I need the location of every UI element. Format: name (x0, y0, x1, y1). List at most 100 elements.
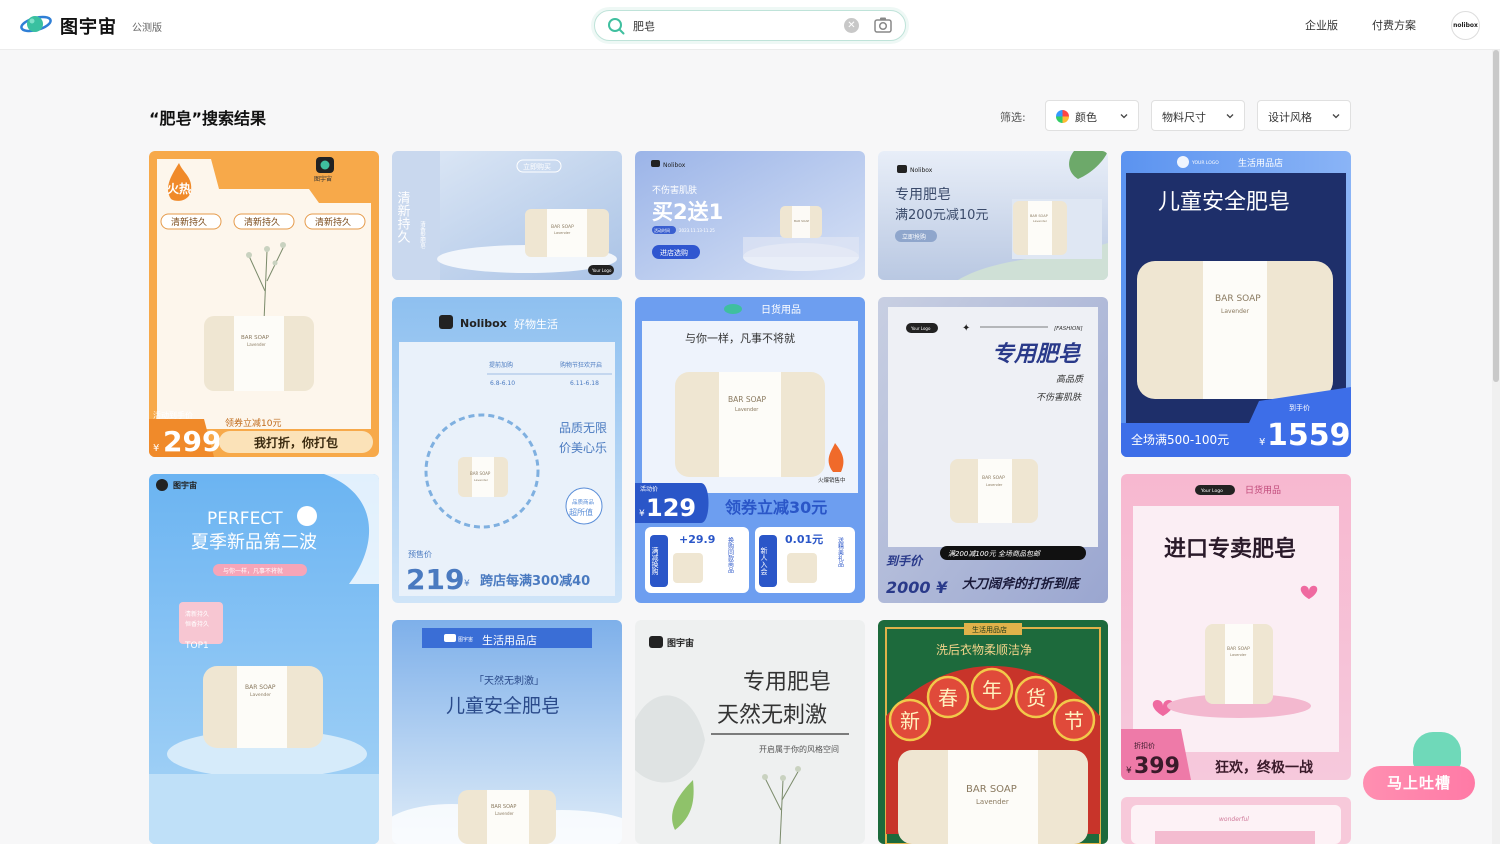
card-logo: Your Logo (1200, 488, 1223, 494)
shop-button: 进店选购 (660, 248, 688, 257)
filter-label: 筛选: (1000, 111, 1026, 124)
vertical-sub: 清香型肥皂 (419, 220, 426, 249)
card-sub: 与你一样，凡事不将就 (223, 567, 283, 575)
soap-sub: Lavender (986, 483, 1003, 487)
feedback-widget[interactable]: 马上吐槽 (1363, 732, 1477, 802)
flame-label: 火热 (167, 181, 191, 196)
camera-icon[interactable] (873, 16, 893, 34)
hot-label: 火爆销售中 (818, 476, 846, 484)
filter-style-dropdown[interactable]: 设计风格 (1257, 100, 1351, 131)
card-line: 专用肥皂 (895, 187, 951, 203)
price-label: 预售价 (408, 549, 432, 559)
card-headline: 与你一样，凡事不将就 (685, 331, 795, 345)
result-card[interactable]: Nolibox 不伤害肌肤 买2送1 活动时间 2023.11.13-11.25… (635, 151, 865, 280)
festive-char: 春 (938, 686, 958, 710)
card-title: 专用肥皂 (992, 341, 1082, 367)
card-brand: 图宇宙 (173, 480, 197, 490)
result-card[interactable]: Your Logo 日货用品 进口专卖肥皂 BAR SOAP Lavender … (1121, 474, 1351, 780)
soap-label: BAR SOAP (728, 395, 767, 404)
card-title: 儿童安全肥皂 (1158, 190, 1290, 215)
festive-char: 新 (900, 709, 920, 733)
soap-label: BAR SOAP (1227, 646, 1250, 652)
result-card[interactable]: 图宇宙 PERFECT 夏季新品第二波 与你一样，凡事不将就 清新持久 恒香持久… (149, 474, 379, 844)
result-card[interactable]: Nolibox 专用肥皂 满200元减10元 立即抢购 BAR SOAP Lav… (878, 151, 1108, 280)
offer-price: 0.01元 (785, 533, 823, 546)
tag: 清新持久 (171, 216, 207, 228)
clear-icon[interactable]: ✕ (844, 18, 859, 33)
logo-text[interactable]: 图宇宙 (60, 13, 117, 39)
soap-sub: Lavender (735, 407, 759, 413)
offer-price: +29.9 (679, 533, 715, 546)
buy-tag: 立即购买 (523, 162, 551, 171)
tag: 清新持久 (244, 216, 280, 228)
result-card[interactable]: Your Logo ✦ [FASHION] 专用肥皂 高品质 不伤害肌肤 BAR… (878, 297, 1108, 603)
price: 219 (406, 563, 464, 596)
card-brand: Nolibox (460, 317, 507, 330)
soap-label: BAR SOAP (491, 804, 516, 810)
coupon: 领券立减30元 (725, 498, 827, 517)
price: 129 (646, 494, 696, 522)
price-label: 活动到手价 (153, 410, 193, 420)
chevron-down-icon (1120, 114, 1128, 119)
logo-planet-icon[interactable] (20, 12, 52, 36)
search-bar: ✕ (594, 10, 906, 41)
store-label: 生活用品店 (482, 633, 537, 647)
search-icon[interactable] (607, 17, 625, 35)
result-card[interactable]: Nolibox 好物生活 提前加购 6.8-6.10 购物节狂欢开启 6.11-… (392, 297, 622, 603)
top-badge: TOP1 (184, 641, 209, 651)
result-card[interactable]: 生活用品店 洗后衣物柔顺洁净 新 春 年 货 节 BAR SOAP Lavend… (878, 620, 1108, 844)
scroll-thumb[interactable] (1493, 50, 1499, 382)
result-card[interactable]: 清新持久 清香型肥皂 立即购买 BAR SOAP Lavender Your L… (392, 151, 622, 280)
price: 299 (163, 425, 221, 457)
card-line: 不伤害肌肤 (652, 184, 697, 196)
soap-label: BAR SOAP (241, 335, 270, 341)
filter-color-dropdown[interactable]: 颜色 (1045, 100, 1139, 131)
page-scrollbar[interactable] (1492, 50, 1500, 844)
price-label: 折扣价 (1134, 741, 1155, 750)
results-title: “肥皂”搜索结果 (149, 109, 267, 128)
tagline: 好物生活 (514, 317, 558, 331)
slogan: 大刀阔斧的打折到底 (962, 576, 1082, 592)
currency: ¥ (464, 579, 470, 589)
result-card[interactable]: 图宇宙 专用肥皂 天然无刺激 开启属于你的风格空间 (635, 620, 865, 844)
result-card[interactable]: 图宇宙 生活用品店 「天然无刺激」 儿童安全肥皂 BAR SOAP Lavend… (392, 620, 622, 844)
card-sub: 不伤害肌肤 (1036, 392, 1082, 403)
result-card[interactable]: 日货用品 与你一样，凡事不将就 BAR SOAP Lavender 火爆销售中 … (635, 297, 865, 603)
date: 2023.11.13-11.25 (679, 228, 715, 233)
card-title: 夏季新品第二波 (191, 532, 317, 553)
festive-char: 年 (982, 678, 1002, 702)
filter-size-label: 物料尺寸 (1162, 111, 1206, 124)
result-card[interactable]: YOUR LOGO 生活用品店 儿童安全肥皂 BAR SOAP Lavender… (1121, 151, 1351, 457)
timeline-label: 购物节狂欢开启 (560, 361, 602, 369)
search-input[interactable] (633, 17, 823, 35)
store-label: 生活用品店 (1238, 157, 1283, 169)
feedback-button[interactable]: 马上吐槽 (1363, 766, 1475, 800)
promo: 满200减100元 全场商品包邮 (948, 550, 1041, 558)
beta-badge: 公测版 (132, 23, 162, 34)
result-card[interactable]: 火热 图宇宙 清新持久 清新持久 清新持久 BAR SOAP Lavender … (149, 151, 379, 457)
tag: 清新持久 (315, 216, 351, 228)
soap-label: BAR SOAP (470, 471, 491, 476)
nav-pricing[interactable]: 付费方案 (1372, 17, 1416, 33)
avatar[interactable]: nolibox (1451, 11, 1480, 40)
buy-button: 立即抢购 (902, 233, 926, 241)
result-card[interactable]: wonderful (1121, 797, 1351, 844)
chevron-down-icon (1226, 114, 1234, 119)
timeline-label: 提前加购 (489, 361, 513, 369)
tag: 清新持久 (185, 610, 209, 618)
nav-enterprise[interactable]: 企业版 (1305, 17, 1338, 33)
soap-sub: Lavender (250, 692, 271, 698)
promo: 全场满500-100元 (1131, 432, 1229, 447)
soap-label: BAR SOAP (982, 475, 1005, 481)
soap-label: BAR SOAP (1030, 214, 1048, 218)
filter-size-dropdown[interactable]: 物料尺寸 (1151, 100, 1245, 131)
price: 2000 ¥ (886, 578, 949, 597)
timeline-date: 6.8-6.10 (490, 380, 515, 387)
card-line: 满200元减10元 (895, 208, 988, 223)
soap-label: BAR SOAP (966, 784, 1017, 795)
currency: ¥ (153, 443, 159, 454)
slogan: 价美心乐 (559, 441, 607, 455)
soap-sub: Lavender (1230, 653, 1247, 657)
top-header: 图宇宙 公测版 ✕ 企业版 付费方案 nolibox (0, 0, 1500, 50)
card-line: 洗后衣物柔顺洁净 (936, 642, 1032, 657)
